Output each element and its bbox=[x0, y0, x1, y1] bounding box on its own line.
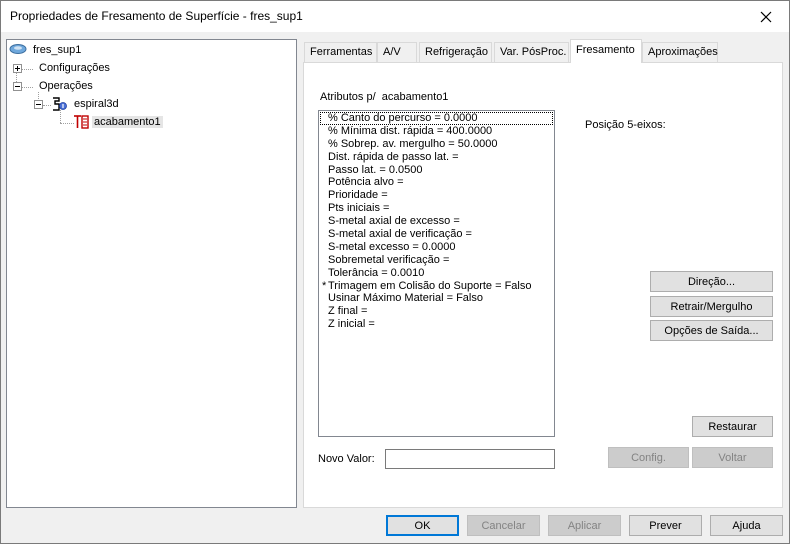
attribute-text: S-metal excesso = 0.0000 bbox=[328, 240, 456, 253]
collapse-icon[interactable] bbox=[13, 81, 22, 91]
attribute-text: % Mínima dist. rápida = 400.0000 bbox=[328, 124, 493, 137]
attributes-label: Atributos p/ acabamento1 bbox=[320, 91, 448, 103]
list-item[interactable]: * Trimagem em Colisão do Suporte = Falso bbox=[319, 280, 554, 293]
tab-label: Refrigeração bbox=[425, 46, 488, 58]
new-value-input[interactable] bbox=[385, 449, 555, 469]
attribute-text: Usinar Máximo Material = Falso bbox=[328, 292, 483, 305]
tree-item-operacoes[interactable]: Operações bbox=[13, 78, 95, 94]
config-button[interactable]: Config. bbox=[608, 447, 689, 468]
tree-item-configuracoes[interactable]: Configurações bbox=[13, 60, 112, 76]
tree-label-configuracoes: Configurações bbox=[39, 62, 110, 74]
dialog-window: Propriedades de Fresamento de Superfície… bbox=[0, 0, 790, 544]
five-axis-position-label: Posição 5-eixos: bbox=[585, 119, 666, 131]
list-item[interactable]: Dist. rápida de passo lat. = bbox=[319, 151, 554, 164]
attributes-target: acabamento1 bbox=[381, 91, 449, 103]
preview-button[interactable]: Prever bbox=[629, 515, 702, 536]
tab-refrigeracao[interactable]: Refrigeração bbox=[419, 42, 492, 62]
list-item[interactable]: Tolerância = 0.0010 bbox=[319, 267, 554, 280]
tab-label: Ferramentas bbox=[310, 46, 373, 58]
expand-icon[interactable] bbox=[13, 63, 22, 73]
tree-label-spiral: espiral3d bbox=[74, 98, 119, 110]
list-item[interactable]: % Canto do percurso = 0.0000 bbox=[320, 112, 553, 125]
output-options-button[interactable]: Opções de Saída... bbox=[650, 320, 773, 341]
retract-plunge-button[interactable]: Retrair/Mergulho bbox=[650, 296, 773, 317]
attribute-text: Prioridade = bbox=[328, 189, 388, 202]
cancel-button[interactable]: Cancelar bbox=[467, 515, 540, 536]
list-item[interactable]: Usinar Máximo Material = Falso bbox=[319, 292, 554, 305]
tab-aproximacoes[interactable]: Aproximações bbox=[642, 42, 718, 62]
list-item[interactable]: Sobremetal verificação = bbox=[319, 254, 554, 267]
attribute-text: Potência alvo = bbox=[328, 176, 404, 189]
restore-button[interactable]: Restaurar bbox=[692, 416, 773, 437]
attribute-text: Tolerância = 0.0010 bbox=[328, 266, 425, 279]
tab-label: Fresamento bbox=[576, 44, 635, 56]
close-icon bbox=[760, 11, 772, 22]
collapse-icon[interactable] bbox=[34, 99, 43, 109]
attributes-list[interactable]: % Canto do percurso = 0.0000 % Mínima di… bbox=[318, 110, 555, 437]
tree-label-operacoes: Operações bbox=[39, 80, 93, 92]
tree-label-root: fres_sup1 bbox=[33, 44, 82, 56]
attribute-text: Z inicial = bbox=[328, 318, 375, 331]
attribute-text: Pts iniciais = bbox=[328, 202, 390, 215]
direction-button[interactable]: Direção... bbox=[650, 271, 773, 292]
list-item[interactable]: Z inicial = bbox=[319, 318, 554, 331]
list-item[interactable]: S-metal axial de verificação = bbox=[319, 228, 554, 241]
attribute-text: Passo lat. = 0.0500 bbox=[328, 163, 423, 176]
tab-fresamento[interactable]: Fresamento bbox=[570, 39, 642, 63]
list-item[interactable]: Potência alvo = bbox=[319, 176, 554, 189]
tab-label: A/V bbox=[383, 46, 401, 58]
finishing-op-icon bbox=[74, 115, 89, 129]
attribute-text: % Canto do percurso = 0.0000 bbox=[328, 112, 478, 124]
operation-tree[interactable]: fres_sup1 Configurações Operações espira… bbox=[6, 39, 297, 508]
list-item[interactable]: Pts iniciais = bbox=[319, 202, 554, 215]
tab-label: Aproximações bbox=[648, 46, 718, 58]
attribute-text: Sobremetal verificação = bbox=[328, 253, 450, 266]
tab-ferramentas[interactable]: Ferramentas bbox=[304, 42, 377, 62]
list-item[interactable]: % Sobrep. av. mergulho = 50.0000 bbox=[319, 138, 554, 151]
tab-var-posproc[interactable]: Var. PósProc. bbox=[494, 42, 569, 62]
attribute-text: Z final = bbox=[328, 305, 368, 318]
window-title: Propriedades de Fresamento de Superfície… bbox=[10, 9, 303, 23]
tree-label-finishing: acabamento1 bbox=[92, 116, 163, 128]
surface-op-icon bbox=[53, 97, 67, 111]
new-value-label: Novo Valor: bbox=[318, 453, 375, 465]
list-item[interactable]: Prioridade = bbox=[319, 189, 554, 202]
list-item[interactable]: S-metal axial de excesso = bbox=[319, 215, 554, 228]
help-button[interactable]: Ajuda bbox=[710, 515, 783, 536]
back-button[interactable]: Voltar bbox=[692, 447, 773, 468]
tree-connector bbox=[60, 123, 74, 124]
apply-button[interactable]: Aplicar bbox=[548, 515, 621, 536]
tree-item-spiral[interactable]: espiral3d bbox=[34, 96, 121, 112]
part-icon bbox=[9, 44, 27, 54]
close-button[interactable] bbox=[743, 1, 789, 32]
attribute-text: Trimagem em Colisão do Suporte = Falso bbox=[328, 279, 532, 292]
list-item[interactable]: S-metal excesso = 0.0000 bbox=[319, 241, 554, 254]
tree-item-root[interactable]: fres_sup1 bbox=[9, 42, 83, 58]
title-bar: Propriedades de Fresamento de Superfície… bbox=[1, 1, 789, 32]
attribute-text: % Sobrep. av. mergulho = 50.0000 bbox=[328, 137, 498, 150]
attributes-label-text: Atributos p/ bbox=[320, 91, 376, 103]
list-item[interactable]: Z final = bbox=[319, 305, 554, 318]
tree-item-finishing[interactable]: acabamento1 bbox=[73, 114, 163, 130]
attribute-text: Dist. rápida de passo lat. = bbox=[328, 150, 459, 163]
list-item[interactable]: Passo lat. = 0.0500 bbox=[319, 164, 554, 177]
attribute-text: S-metal axial de excesso = bbox=[328, 215, 460, 228]
attribute-text: S-metal axial de verificação = bbox=[328, 228, 472, 241]
tab-av[interactable]: A/V bbox=[377, 42, 417, 62]
modified-marker: * bbox=[322, 279, 327, 292]
ok-button[interactable]: OK bbox=[386, 515, 459, 536]
list-item[interactable]: % Mínima dist. rápida = 400.0000 bbox=[319, 125, 554, 138]
tab-label: Var. PósProc. bbox=[500, 46, 567, 58]
